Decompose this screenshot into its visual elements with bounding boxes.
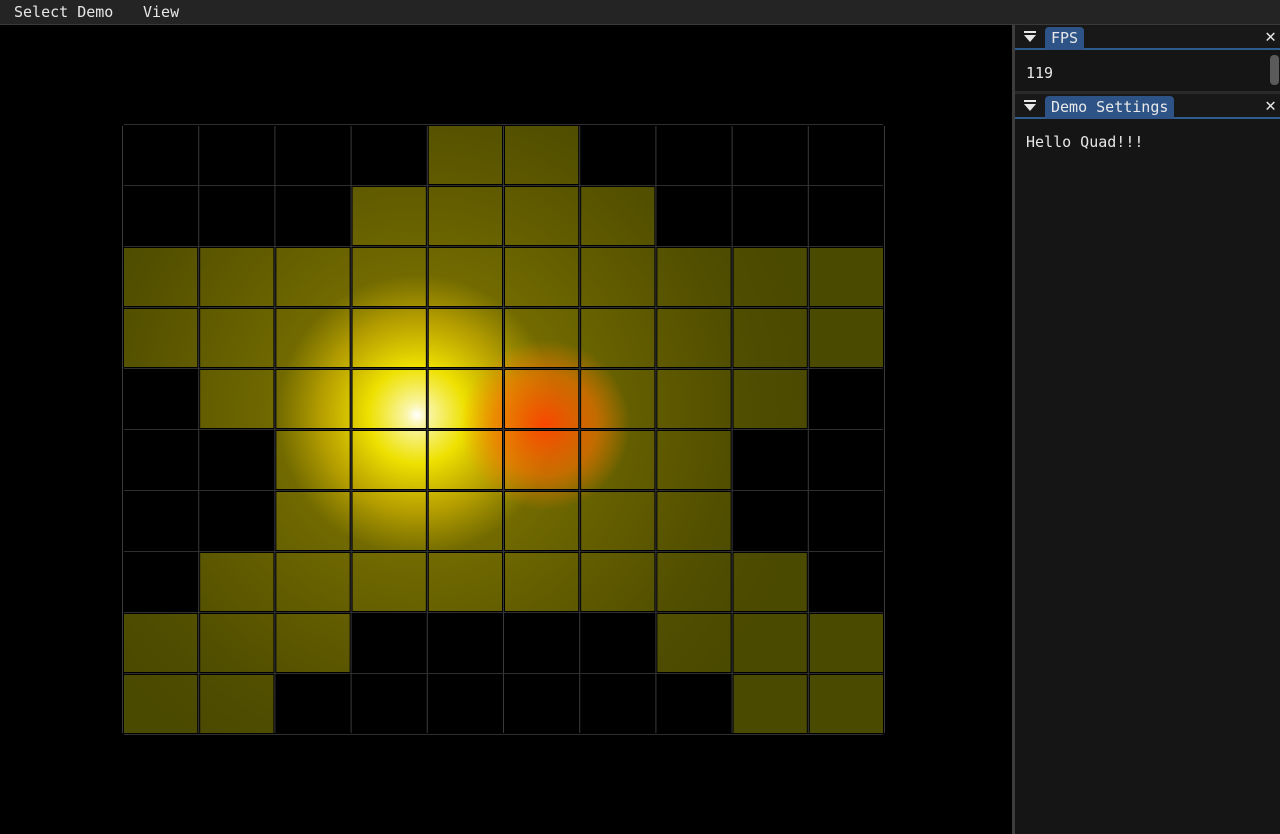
quad-tile <box>809 309 883 367</box>
quad-tile <box>428 309 502 367</box>
quad-tile <box>505 126 579 184</box>
quad-tile <box>124 309 198 367</box>
quad-tile <box>428 248 502 306</box>
quad-tile <box>428 126 502 184</box>
quad-tile <box>657 614 731 672</box>
fps-window-tab[interactable]: FPS <box>1045 27 1085 50</box>
demo-settings-body: Hello Quad!!! <box>1015 119 1280 834</box>
quad-tile <box>657 492 731 550</box>
quad-tile <box>733 553 807 611</box>
quad-tile <box>809 675 883 733</box>
quad-tile <box>352 431 426 489</box>
quad-tile <box>200 675 274 733</box>
quad-tile <box>428 431 502 489</box>
menu-select-demo[interactable]: Select Demo <box>14 3 113 21</box>
quad-tile <box>276 614 350 672</box>
quad-tile <box>809 248 883 306</box>
quad-tile <box>200 248 274 306</box>
quad-tile <box>505 492 579 550</box>
quad-tile <box>124 675 198 733</box>
quad-tile <box>657 553 731 611</box>
quad-tile <box>276 431 350 489</box>
quad-tile <box>352 553 426 611</box>
quad-tile <box>657 431 731 489</box>
quad-tile <box>581 370 655 428</box>
quad-tile <box>428 370 502 428</box>
quad-tile <box>505 553 579 611</box>
quad-tile <box>733 370 807 428</box>
close-icon[interactable]: ✕ <box>1265 95 1276 117</box>
demo-settings-header: Demo Settings ✕ <box>1015 94 1280 119</box>
quad-tile <box>352 309 426 367</box>
quad-tile <box>809 614 883 672</box>
quad-tile <box>733 248 807 306</box>
quad-tile <box>657 309 731 367</box>
quad-tile <box>733 309 807 367</box>
render-viewport[interactable] <box>0 25 1012 834</box>
quad-tile <box>581 492 655 550</box>
scrollbar-thumb[interactable] <box>1270 55 1279 85</box>
quad-tile <box>428 553 502 611</box>
quad-tile <box>276 370 350 428</box>
demo-settings-window: Demo Settings ✕ Hello Quad!!! <box>1015 94 1280 834</box>
demo-settings-tab[interactable]: Demo Settings <box>1045 96 1175 119</box>
fps-window: FPS ✕ 119 <box>1015 25 1280 91</box>
quad-tile <box>428 187 502 245</box>
quad-tile <box>276 492 350 550</box>
quad-tile <box>505 187 579 245</box>
collapse-triangle-icon[interactable] <box>1023 29 1037 45</box>
quad-tile <box>505 248 579 306</box>
quad-tile <box>428 492 502 550</box>
quad-tile <box>200 553 274 611</box>
menu-view[interactable]: View <box>143 3 179 21</box>
quad-tile <box>733 614 807 672</box>
quad-tile <box>581 431 655 489</box>
quad-grid-scene <box>122 124 885 735</box>
collapse-triangle-icon[interactable] <box>1023 98 1037 114</box>
quad-tile <box>581 248 655 306</box>
quad-tile <box>124 614 198 672</box>
close-icon[interactable]: ✕ <box>1265 26 1276 48</box>
fps-value: 119 <box>1026 64 1054 82</box>
quad-tile <box>352 248 426 306</box>
quad-tile <box>505 370 579 428</box>
quad-tile <box>352 492 426 550</box>
quad-tile <box>581 187 655 245</box>
quad-tile <box>276 248 350 306</box>
quad-tile <box>505 431 579 489</box>
quad-tile <box>657 248 731 306</box>
quad-tile <box>733 675 807 733</box>
quad-tile <box>505 309 579 367</box>
menu-bar: Select Demo View <box>0 0 1280 25</box>
scrollbar[interactable] <box>1269 55 1280 85</box>
quad-tile <box>581 309 655 367</box>
quad-tile <box>200 309 274 367</box>
quad-tile <box>276 309 350 367</box>
quad-tile <box>352 370 426 428</box>
quad-tile <box>124 248 198 306</box>
demo-settings-text: Hello Quad!!! <box>1026 133 1144 151</box>
quad-tile <box>657 370 731 428</box>
quad-tile <box>276 553 350 611</box>
quad-tile <box>200 370 274 428</box>
fps-window-header: FPS ✕ <box>1015 25 1280 50</box>
quad-tile <box>352 187 426 245</box>
quad-tile <box>581 553 655 611</box>
fps-window-body: 119 <box>1015 50 1280 91</box>
quad-tile <box>200 614 274 672</box>
